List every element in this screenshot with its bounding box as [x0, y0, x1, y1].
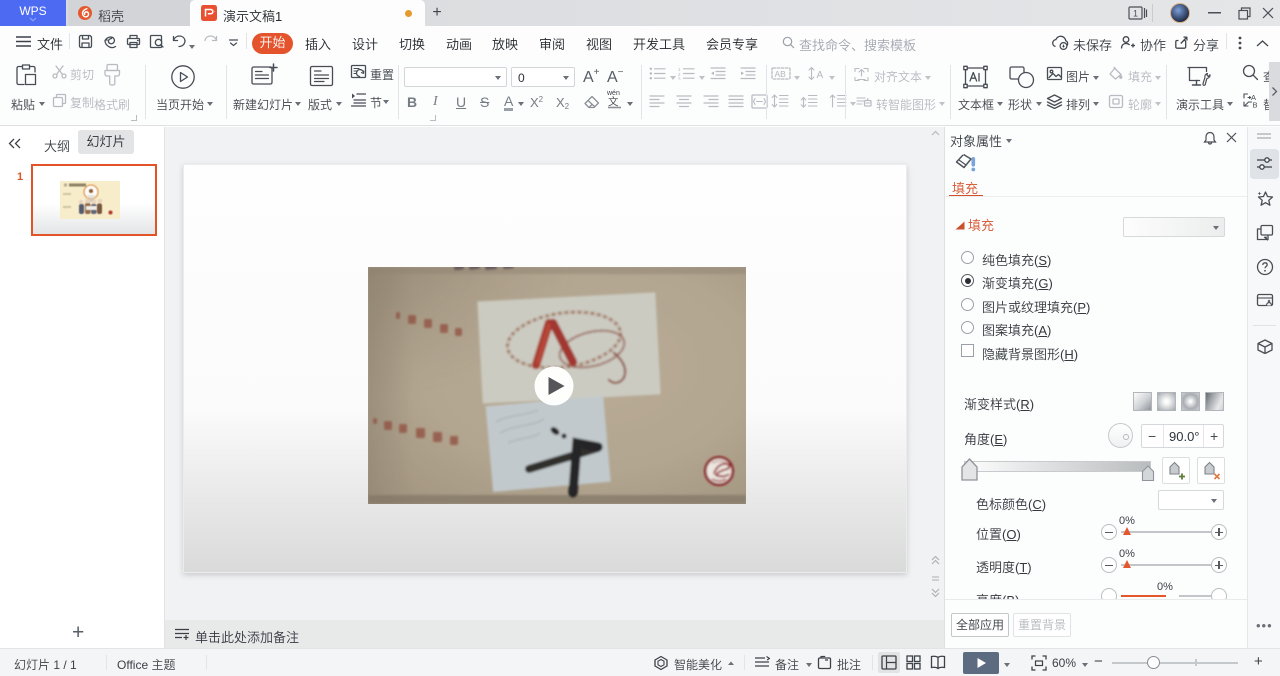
svg-text:A: A [817, 70, 824, 81]
svg-text:1: 1 [1133, 9, 1138, 19]
svg-text:3: 3 [678, 77, 681, 81]
svg-text:AB: AB [775, 69, 787, 79]
svg-text:B: B [1253, 101, 1258, 109]
